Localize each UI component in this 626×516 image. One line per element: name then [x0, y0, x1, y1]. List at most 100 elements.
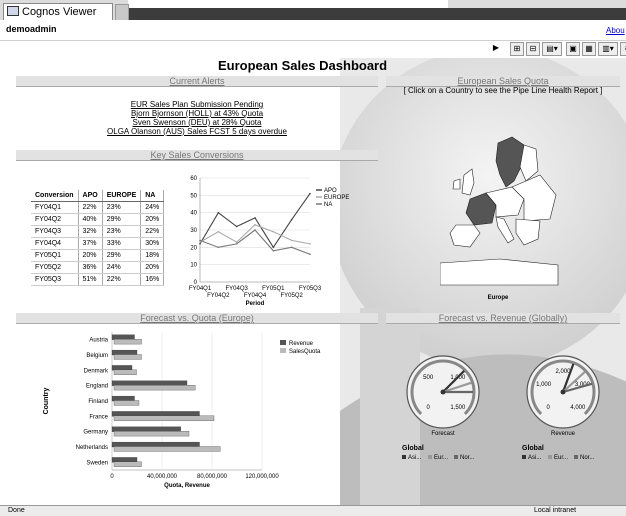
table-cell: 20%	[140, 213, 165, 226]
legend-label: Revenue	[289, 341, 314, 347]
legend-label: Nor...	[460, 455, 475, 461]
bar	[113, 431, 190, 437]
about-link[interactable]: Abou	[606, 26, 625, 35]
data-point	[290, 239, 293, 242]
y-tick-label: 10	[190, 263, 197, 269]
bar	[113, 400, 140, 406]
table-cell: FY05Q3	[31, 273, 79, 286]
legend-label: EUROPE	[324, 195, 349, 201]
legend-swatch	[548, 455, 552, 459]
category-label: Finland	[88, 399, 108, 405]
category-label: France	[89, 414, 108, 420]
map-scandinavia[interactable]	[495, 136, 525, 188]
bar	[113, 385, 196, 391]
legend-label: Asi...	[528, 455, 542, 461]
table-cell: FY04Q3	[31, 225, 79, 238]
forecast-quota-bar-chart: 0 40,000,000 80,000,000 120,000,000 Austria B…	[43, 332, 321, 489]
forecast-vs-revenue-header[interactable]: Forecast vs. Revenue (Globally)	[386, 313, 620, 324]
category-label: Austria	[89, 338, 108, 344]
alert-link[interactable]: EUR Sales Plan Submission Pending	[16, 100, 378, 109]
table-cell: FY04Q4	[31, 237, 79, 250]
more-icon[interactable]: ≡	[620, 42, 626, 56]
table-cell: FY04Q2	[31, 213, 79, 226]
data-point	[199, 239, 201, 242]
bar	[111, 380, 188, 386]
user-row	[0, 20, 626, 41]
table-cell: FY05Q2	[31, 261, 79, 274]
map-balkans[interactable]	[515, 218, 541, 246]
drill-up-icon[interactable]: ⊟	[526, 42, 540, 56]
legend-label: Eur...	[554, 455, 568, 461]
table-cell: FY05Q1	[31, 249, 79, 262]
data-point	[272, 230, 275, 233]
view-pdf-icon[interactable]: ▦	[582, 42, 596, 56]
bar	[113, 461, 142, 467]
table-row: FY05Q2 36% 24% 20%	[31, 261, 165, 274]
map-north-africa[interactable]	[440, 258, 559, 286]
x-tick-label: FY04Q1	[189, 286, 212, 292]
x-tick-label: 120,000,000	[245, 474, 279, 480]
europe-map[interactable]: Europe	[440, 135, 560, 305]
bar	[113, 339, 142, 345]
alert-link[interactable]: Sven Swenson (DEU) at 28% Quota	[16, 118, 378, 127]
y-tick-label: 40	[190, 211, 197, 217]
x-tick-label: 40,000,000	[147, 474, 178, 480]
table-cell: 24%	[102, 261, 142, 274]
table-cell: 22%	[140, 225, 165, 238]
table-row: FY04Q2 40% 29% 20%	[31, 213, 165, 226]
series-line	[199, 224, 311, 245]
data-point	[254, 217, 256, 219]
data-point	[217, 211, 220, 214]
quota-instruction: [ Click on a Country to see the Pipe Lin…	[403, 86, 603, 95]
table-cell: 18%	[140, 249, 165, 262]
x-tick-label: 80,000,000	[197, 474, 228, 480]
category-label: Denmark	[84, 368, 109, 374]
forecast-vs-quota-header[interactable]: Forecast vs. Quota (Europe)	[16, 313, 378, 324]
legend-label: SalesQuota	[289, 349, 321, 355]
bar	[113, 446, 221, 452]
y-tick-label: 50	[190, 193, 197, 199]
table-cell: 29%	[102, 249, 142, 262]
table-cell: 33%	[102, 237, 142, 250]
column-header: EUROPE	[102, 190, 142, 202]
data-point	[290, 246, 293, 249]
cognos-viewer-tab[interactable]: Cognos Viewer	[3, 3, 113, 20]
run-icon[interactable]: ▶	[490, 42, 502, 54]
x-tick-label: FY04Q4	[244, 293, 267, 299]
output-format-icon[interactable]: ▥▾	[598, 42, 618, 56]
legend-swatch	[280, 340, 286, 345]
map-label: Europe	[488, 295, 509, 301]
alert-link[interactable]: Bjorn Bjornson (HOLL) at 43% Quota	[16, 109, 378, 118]
drill-down-icon[interactable]: ⊞	[510, 42, 524, 56]
data-point	[199, 243, 201, 245]
extra-tab[interactable]	[115, 4, 129, 20]
bookmark-icon[interactable]: ▤▾	[542, 42, 562, 56]
x-tick-label: FY05Q2	[280, 293, 303, 299]
alert-link[interactable]: OLGA Olanson (AUS) Sales FCST 5 days ove…	[16, 127, 378, 136]
current-alerts-header[interactable]: Current Alerts	[16, 76, 378, 87]
map-spain[interactable]	[449, 224, 481, 248]
table-row: FY04Q3 32% 23% 22%	[31, 225, 165, 238]
table-header-row: Conversion APO EUROPE NA	[31, 190, 165, 202]
category-label: Germany	[83, 430, 108, 436]
map-ireland[interactable]	[452, 178, 461, 190]
legend-swatch	[454, 455, 458, 459]
map-italy[interactable]	[495, 216, 515, 244]
view-html-icon[interactable]: ▣	[566, 42, 580, 56]
data-point	[254, 229, 256, 231]
gauge-tick-label: 4,000	[570, 405, 586, 411]
tab-title: Cognos Viewer	[22, 6, 97, 18]
gauge-title: Revenue	[551, 431, 576, 437]
category-label: England	[86, 384, 108, 390]
table-cell: 20%	[78, 249, 103, 262]
x-axis-title: Quota, Revenue	[164, 483, 210, 489]
category-label: Sweden	[86, 460, 108, 466]
map-uk[interactable]	[461, 168, 475, 196]
column-header: APO	[78, 190, 103, 202]
category-label: Belgium	[86, 353, 108, 359]
legend-swatch	[574, 455, 578, 459]
key-sales-conversions-header[interactable]: Key Sales Conversions	[16, 150, 378, 161]
report-toolbar: ▶ ⊞ ⊟ ▤▾ ▣ ▦ ▥▾ ≡	[480, 42, 626, 56]
table-row: FY05Q3 51% 22% 16%	[31, 273, 165, 286]
x-axis-title: Period	[246, 301, 265, 307]
